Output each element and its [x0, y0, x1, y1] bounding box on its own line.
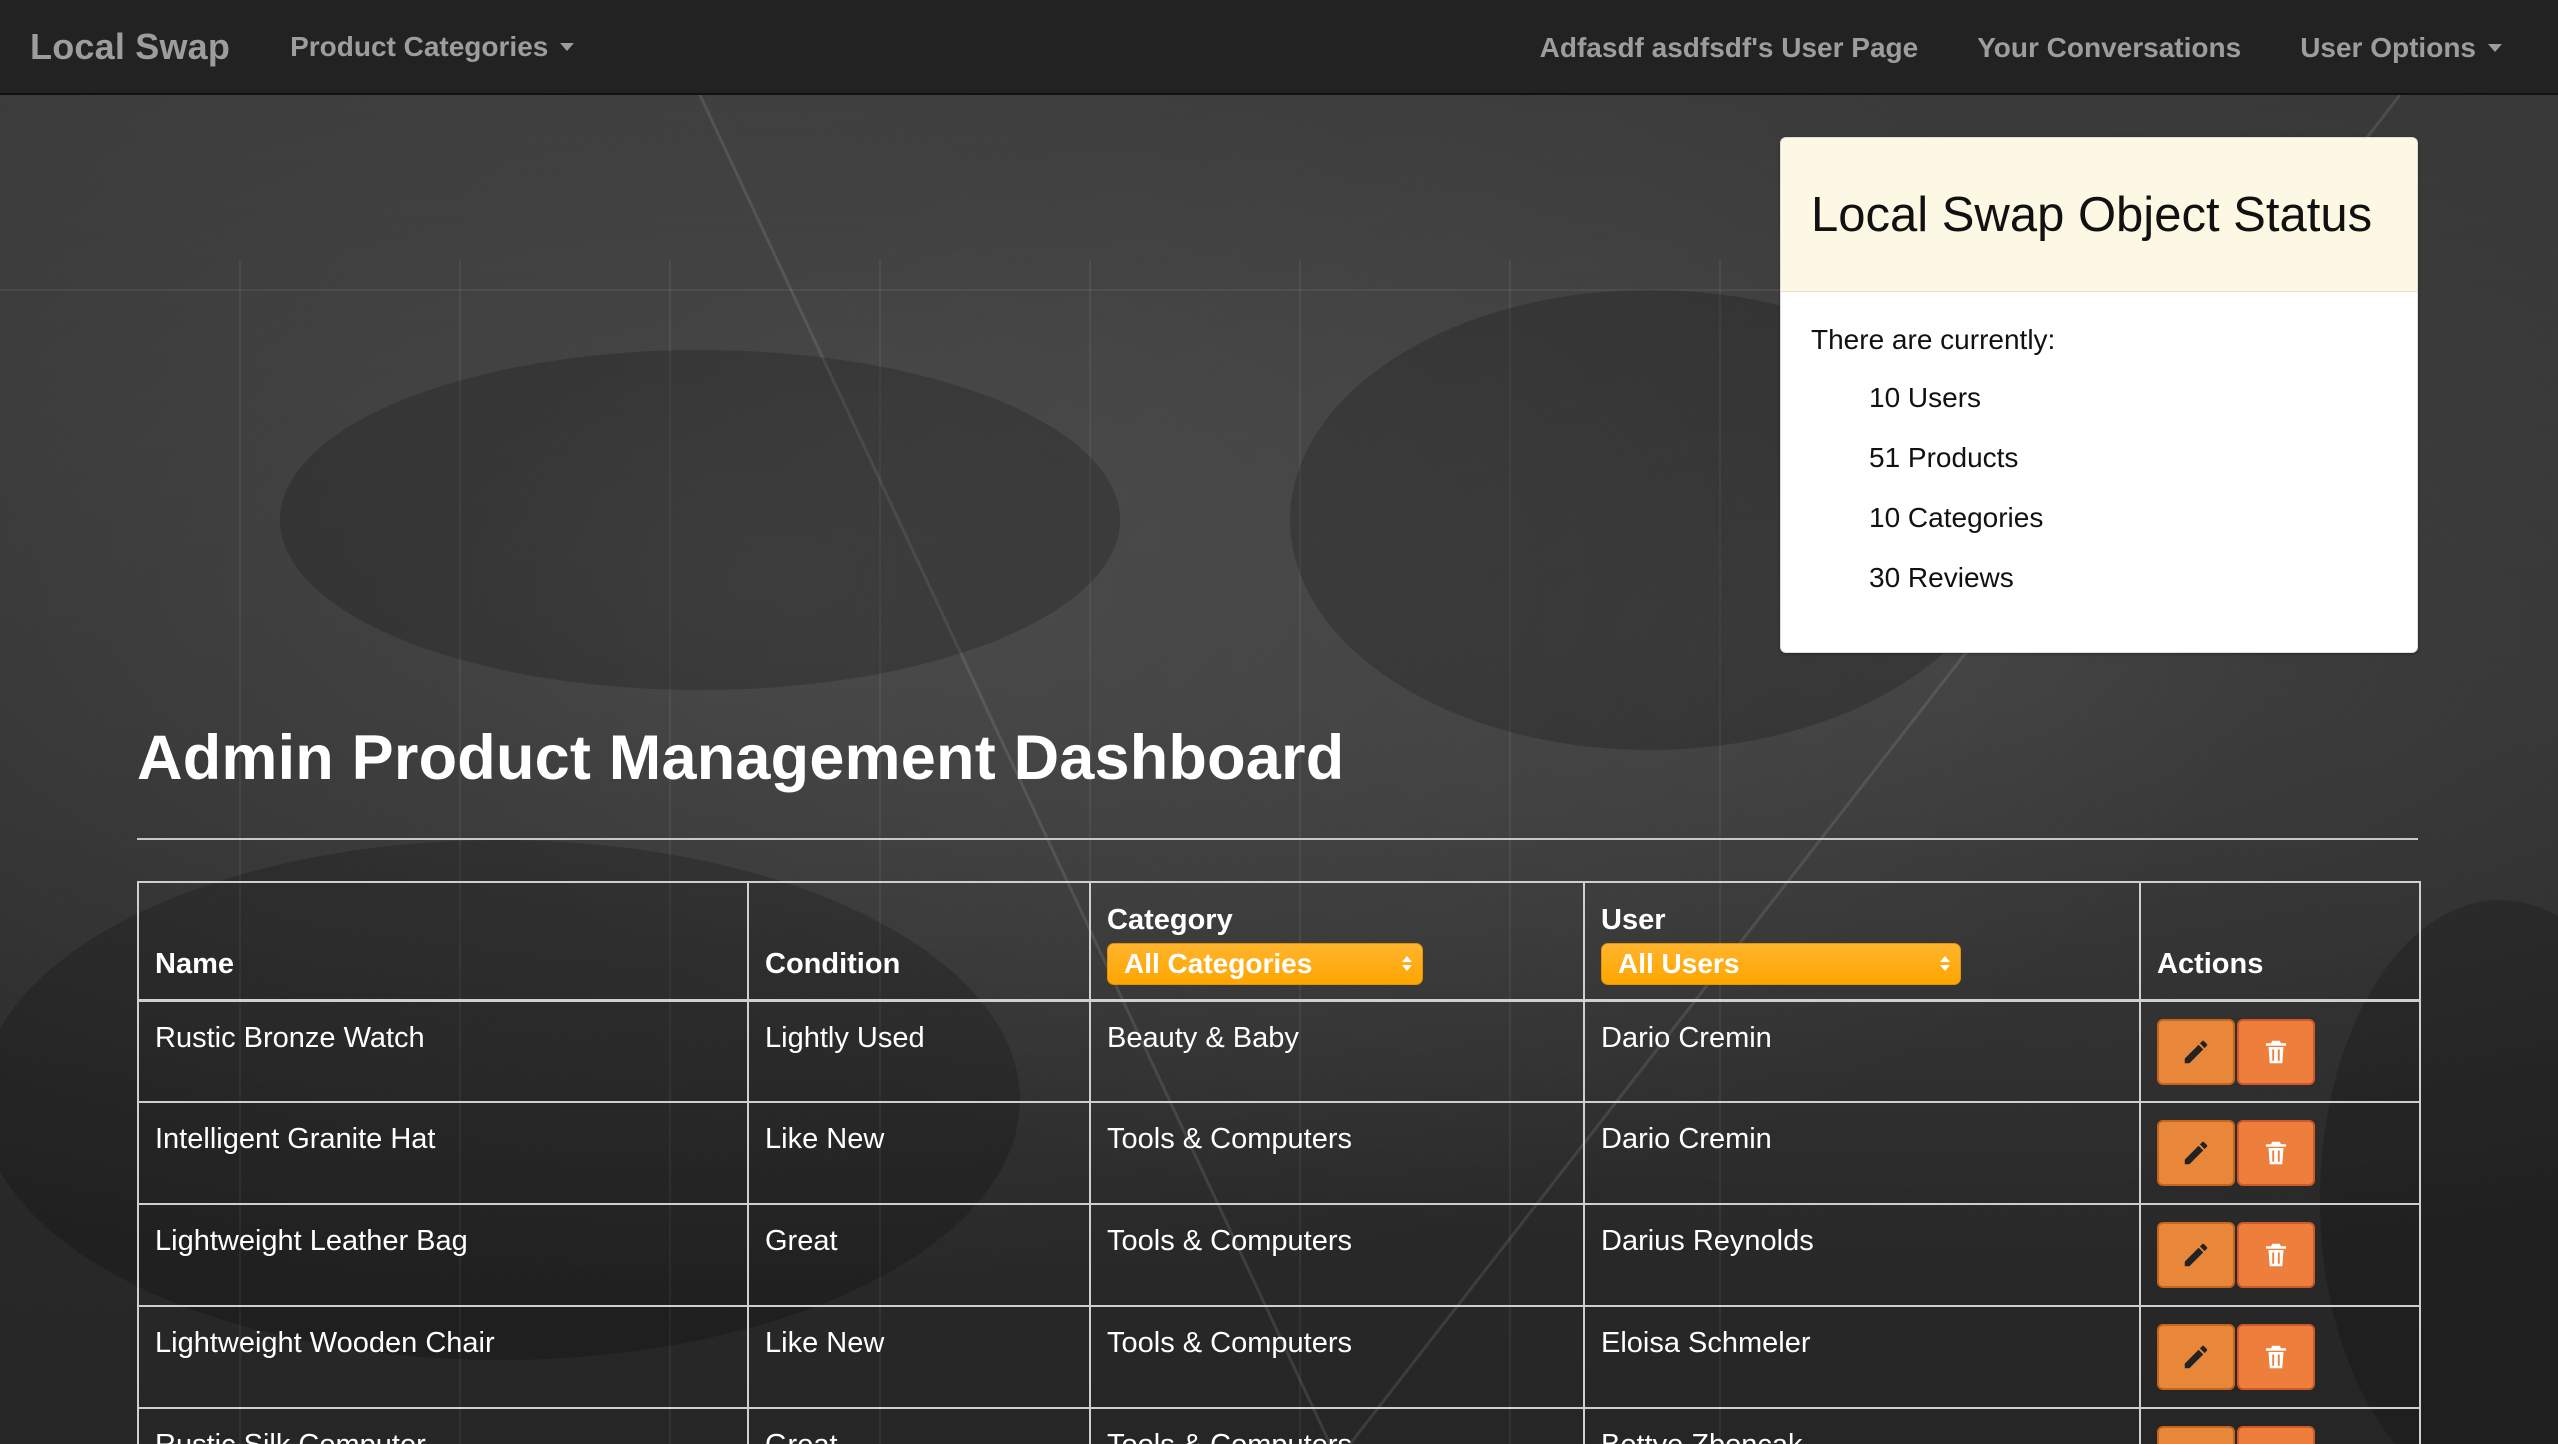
cell-actions: [2139, 1305, 2421, 1409]
divider: [137, 838, 2418, 840]
cell-name: Rustic Silk Computer: [137, 1407, 749, 1444]
cell-name: Rustic Bronze Watch: [137, 999, 749, 1103]
pencil-icon: [2184, 1345, 2208, 1369]
user-options-dropdown[interactable]: User Options: [2300, 32, 2502, 64]
edit-button[interactable]: [2157, 1222, 2235, 1288]
caret-down-icon: [2488, 43, 2502, 52]
status-products: 51 Products: [1869, 442, 2019, 473]
status-users: 10 Users: [1869, 382, 1982, 413]
cell-condition: Great: [747, 1407, 1091, 1444]
product-categories-label: Product Categories: [290, 30, 549, 62]
status-reviews: 30 Reviews: [1869, 562, 2014, 593]
status-list: 10 Users 51 Products 10 Categories 30 Re…: [1811, 378, 2387, 618]
product-categories-dropdown[interactable]: Product Categories: [290, 30, 575, 63]
delete-button[interactable]: [2237, 1324, 2315, 1390]
cell-name: Intelligent Granite Hat: [137, 1101, 749, 1205]
status-intro: There are currently:: [1811, 324, 2056, 355]
header-name: Name: [137, 881, 749, 1001]
header-condition: Condition: [747, 881, 1091, 1001]
status-categories: 10 Categories: [1869, 502, 2044, 533]
header-user-label: User: [1601, 903, 1666, 936]
user-filter-value: All Users: [1618, 947, 1740, 979]
pencil-icon: [2184, 1040, 2208, 1063]
products-table: Name Condition Category All Categories U…: [137, 881, 2421, 1444]
updown-arrows-icon: [1940, 956, 1950, 971]
brand-link[interactable]: Local Swap: [30, 26, 230, 68]
status-panel-header: Local Swap Object Status: [1781, 138, 2417, 292]
table-row: Rustic Silk Computer Great Tools & Compu…: [137, 1407, 2421, 1444]
trash-icon: [2266, 1243, 2286, 1267]
caret-down-icon: [560, 42, 575, 51]
status-panel-body: There are currently: 10 Users 51 Product…: [1781, 292, 2417, 650]
cell-category: Tools & Computers: [1089, 1203, 1585, 1307]
delete-button[interactable]: [2237, 1018, 2315, 1085]
updown-arrows-icon: [1402, 956, 1412, 971]
edit-button[interactable]: [2157, 1426, 2235, 1444]
products-table-container: Name Condition Category All Categories U…: [137, 881, 2421, 1444]
cell-actions: [2139, 1203, 2421, 1307]
cell-category: Tools & Computers: [1089, 1101, 1585, 1205]
header-category: Category All Categories: [1089, 881, 1585, 1001]
edit-button[interactable]: [2157, 1120, 2235, 1186]
cell-category: Tools & Computers: [1089, 1305, 1585, 1409]
cell-condition: Lightly Used: [747, 999, 1091, 1103]
user-options-label: User Options: [2300, 31, 2476, 63]
table-row: Rustic Bronze Watch Lightly Used Beauty …: [137, 999, 2421, 1103]
cell-name: Lightweight Leather Bag: [137, 1203, 749, 1307]
cell-user: Darius Reynolds: [1583, 1203, 2141, 1307]
delete-button[interactable]: [2237, 1222, 2315, 1288]
cell-user: Bettye Zboncak: [1583, 1407, 2141, 1444]
delete-button[interactable]: [2237, 1120, 2315, 1186]
cell-condition: Like New: [747, 1101, 1091, 1205]
user-page-link[interactable]: Adfasdf asdfsdf's User Page: [1540, 32, 1919, 64]
pencil-icon: [2184, 1243, 2208, 1267]
cell-user: Dario Cremin: [1583, 1101, 2141, 1205]
header-actions: Actions: [2139, 881, 2421, 1001]
table-row: Lightweight Wooden Chair Like New Tools …: [137, 1305, 2421, 1409]
table-row: Lightweight Leather Bag Great Tools & Co…: [137, 1203, 2421, 1307]
edit-button[interactable]: [2157, 1018, 2235, 1085]
cell-actions: [2139, 1101, 2421, 1205]
trash-icon: [2266, 1141, 2286, 1165]
pencil-icon: [2184, 1141, 2208, 1165]
user-filter-select[interactable]: All Users: [1601, 942, 1961, 985]
header-user: User All Users: [1583, 881, 2141, 1001]
trash-icon: [2266, 1345, 2286, 1369]
status-panel: Local Swap Object Status There are curre…: [1780, 137, 2418, 653]
cell-user: Eloisa Schmeler: [1583, 1305, 2141, 1409]
header-category-label: Category: [1107, 903, 1233, 936]
category-filter-select[interactable]: All Categories: [1107, 942, 1423, 985]
cell-category: Tools & Computers: [1089, 1407, 1585, 1444]
cell-user: Dario Cremin: [1583, 999, 2141, 1103]
status-panel-title: Local Swap Object Status: [1811, 187, 2373, 242]
delete-button[interactable]: [2237, 1426, 2315, 1444]
cell-actions: [2139, 1407, 2421, 1444]
edit-button[interactable]: [2157, 1324, 2235, 1390]
table-row: Intelligent Granite Hat Like New Tools &…: [137, 1101, 2421, 1205]
cell-category: Beauty & Baby: [1089, 999, 1585, 1103]
category-filter-value: All Categories: [1124, 947, 1313, 979]
navbar: Local Swap Product Categories Adfasdf as…: [0, 0, 2558, 95]
table-header-row: Name Condition Category All Categories U…: [137, 881, 2421, 1001]
cell-condition: Like New: [747, 1305, 1091, 1409]
conversations-link[interactable]: Your Conversations: [1977, 32, 2241, 64]
page-title: Admin Product Management Dashboard: [137, 723, 1345, 793]
cell-name: Lightweight Wooden Chair: [137, 1305, 749, 1409]
cell-actions: [2139, 999, 2421, 1103]
cell-condition: Great: [747, 1203, 1091, 1307]
trash-icon: [2266, 1040, 2286, 1063]
